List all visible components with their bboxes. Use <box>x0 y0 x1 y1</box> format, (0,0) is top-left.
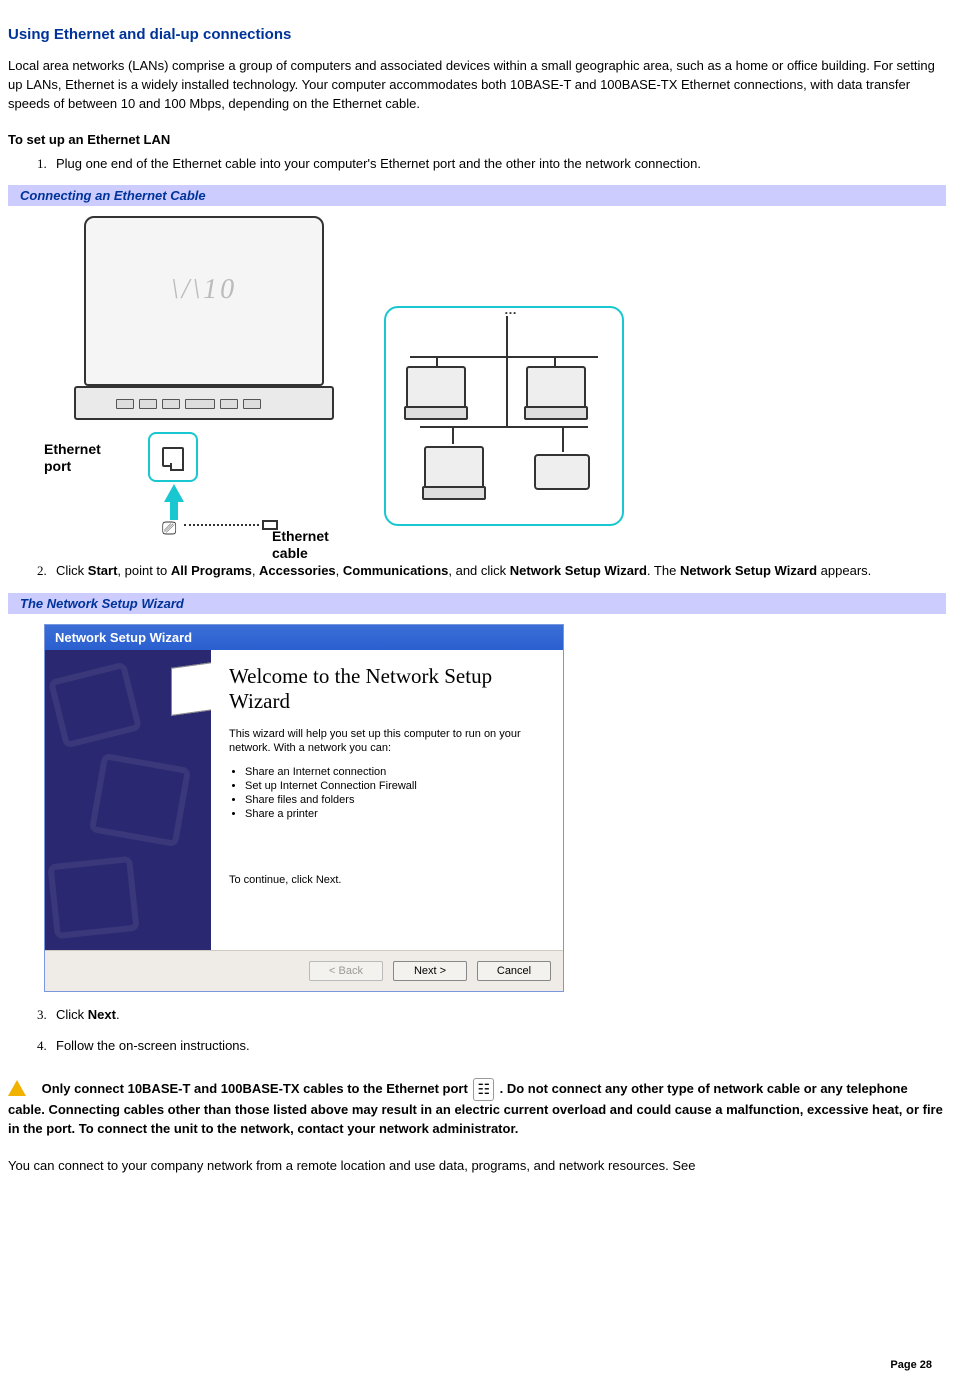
ethernet-port-icon <box>162 447 184 467</box>
ethernet-port-callout <box>148 432 198 482</box>
step-3: Click Next. <box>50 1006 946 1025</box>
wizard-titlebar: Network Setup Wizard <box>45 625 563 650</box>
ethernet-glyph-icon: ☷ <box>473 1078 494 1101</box>
wizard-bullet-list: Share an Internet connection Set up Inte… <box>229 766 545 820</box>
network-setup-wizard-dialog: Network Setup Wizard Welcome to the Netw… <box>44 624 564 992</box>
back-button: < Back <box>309 961 383 981</box>
cancel-button[interactable]: Cancel <box>477 961 551 981</box>
step-2: Click Start, point to All Programs, Acce… <box>50 562 946 581</box>
wizard-button-row: < Back Next > Cancel <box>45 950 563 991</box>
page-number: Page 28 <box>890 1359 932 1371</box>
laptop-logo: \/\10 <box>171 274 237 306</box>
section-heading: Using Ethernet and dial-up connections <box>8 26 946 43</box>
warning-icon <box>8 1080 26 1096</box>
network-icon: ⎚ <box>162 518 176 539</box>
wizard-network-icon <box>171 660 211 716</box>
wizard-sidebar-graphic <box>45 650 211 950</box>
ethernet-port-label: Ethernet port <box>44 441 139 475</box>
caption-ethernet-cable: Connecting an Ethernet Cable <box>8 185 946 206</box>
figure-ethernet-cable: \/\10 Ethernet port ⎚ Ethernet cable … <box>44 216 946 546</box>
computer-icon <box>406 366 466 412</box>
wizard-bullet: Share an Internet connection <box>245 766 545 778</box>
next-button[interactable]: Next > <box>393 961 467 981</box>
laptop-diagram: \/\10 Ethernet port ⎚ Ethernet cable <box>44 216 364 546</box>
wizard-bullet: Set up Internet Connection Firewall <box>245 780 545 792</box>
caption-network-wizard: The Network Setup Wizard <box>8 593 946 614</box>
step-1: Plug one end of the Ethernet cable into … <box>50 155 946 174</box>
footer-paragraph: You can connect to your company network … <box>8 1157 946 1176</box>
computer-icon <box>424 446 484 492</box>
wizard-continue-text: To continue, click Next. <box>229 874 545 886</box>
step-4: Follow the on-screen instructions. <box>50 1037 946 1056</box>
setup-heading: To set up an Ethernet LAN <box>8 132 946 147</box>
intro-paragraph: Local area networks (LANs) comprise a gr… <box>8 57 946 114</box>
wizard-intro-text: This wizard will help you set up this co… <box>229 727 545 757</box>
wizard-bullet: Share a printer <box>245 808 545 820</box>
network-diagram: … <box>384 306 624 526</box>
ethernet-cable-label: Ethernet cable <box>272 528 329 562</box>
computer-icon <box>526 366 586 412</box>
step-1-text: Plug one end of the Ethernet cable into … <box>56 156 701 171</box>
wizard-bullet: Share files and folders <box>245 794 545 806</box>
warning-block: Only connect 10BASE-T and 100BASE-TX cab… <box>8 1078 946 1139</box>
wizard-heading: Welcome to the Network Setup Wizard <box>229 664 545 714</box>
printer-icon <box>534 454 590 490</box>
